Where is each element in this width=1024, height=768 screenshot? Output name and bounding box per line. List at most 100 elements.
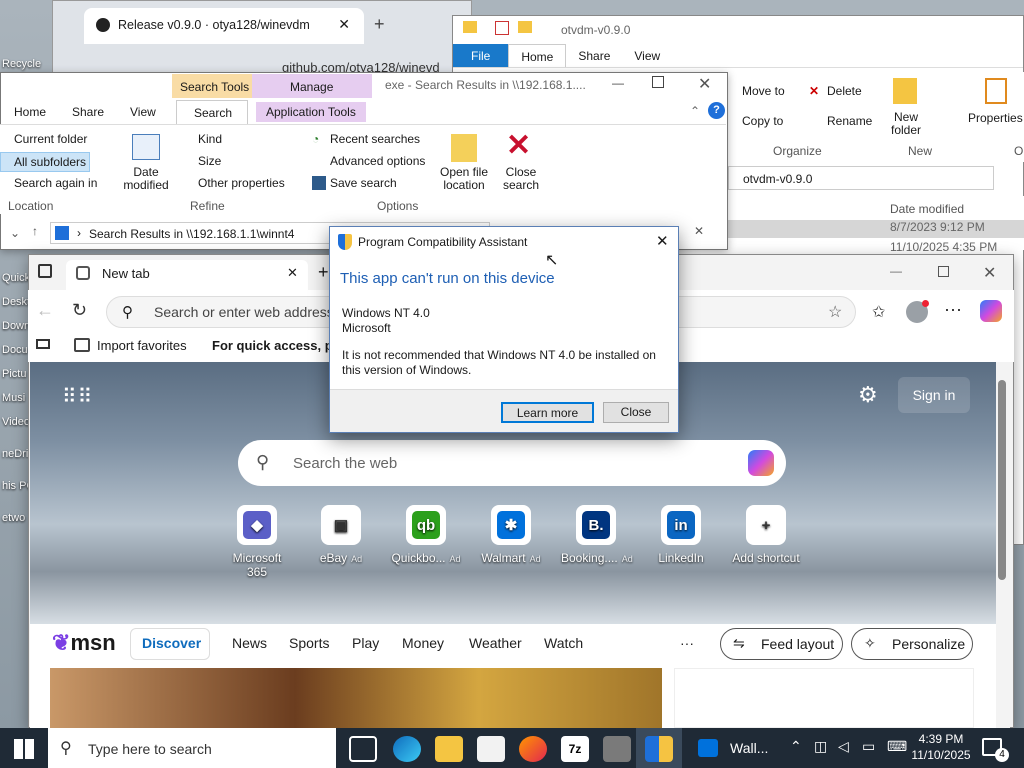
news-card-image[interactable] (50, 668, 662, 728)
clock[interactable]: 4:39 PM 11/10/2025 (910, 731, 972, 763)
tab-home[interactable]: Home (508, 44, 567, 67)
minimize-icon[interactable]: — (612, 76, 624, 90)
tab-share[interactable]: Share (566, 44, 622, 67)
learn-more-button[interactable]: Learn more (501, 402, 594, 423)
nav-videos[interactable]: Video (2, 416, 30, 428)
tab-watch[interactable]: Watch (544, 635, 583, 651)
close-search-button[interactable]: Close search (500, 166, 542, 192)
nav-desktop[interactable]: Deskt (2, 296, 30, 308)
favorites-icon[interactable]: ✩ (872, 302, 885, 322)
tab-news[interactable]: News (232, 635, 267, 651)
nav-documents[interactable]: Docu (2, 344, 28, 356)
shortcut-tile[interactable]: ✱ Walmart Ad (476, 505, 546, 565)
tab-search[interactable]: Search (176, 100, 248, 124)
maximize-icon[interactable] (652, 76, 664, 88)
shortcut-tile[interactable]: in LinkedIn (646, 505, 716, 565)
nav-downloads[interactable]: Down (2, 320, 30, 332)
rename-button[interactable]: Rename (827, 114, 872, 128)
minimize-icon[interactable]: — (890, 264, 902, 278)
collapse-ribbon-icon[interactable]: ⌃ (690, 104, 700, 118)
nav-onedrive[interactable]: neDri (2, 448, 28, 460)
tab-application-tools[interactable]: Application Tools (256, 102, 366, 122)
shortcut-tile[interactable]: qb Quickbo... Ad (391, 505, 461, 565)
nav-network[interactable]: etwo (2, 512, 25, 524)
volume-icon[interactable]: ◁ (838, 738, 849, 755)
taskbar-search-box[interactable]: ⚲ Type here to search (48, 728, 336, 768)
help-icon[interactable]: ? (708, 102, 725, 119)
favorite-star-icon[interactable]: ☆ (828, 302, 842, 322)
copy-to-button[interactable]: Copy to (742, 114, 783, 128)
tab-view[interactable]: View (120, 102, 166, 122)
github-tab[interactable]: Release v0.9.0 · otya128/winevdm ✕ (84, 8, 364, 44)
desktop-icon-recycle[interactable]: Recycle (2, 58, 41, 70)
clear-search-icon[interactable]: ✕ (694, 224, 704, 238)
tab-view[interactable]: View (622, 44, 672, 67)
back-arrow-icon[interactable]: ⌄ (10, 226, 20, 240)
back-icon[interactable]: ← (36, 300, 54, 321)
delete-button[interactable]: Delete (827, 84, 862, 98)
column-date-modified[interactable]: Date modified (890, 202, 964, 216)
tab-home[interactable]: Home (4, 102, 56, 122)
task-view-icon[interactable] (349, 736, 377, 762)
keyboard-icon[interactable]: ⌨ (887, 738, 907, 755)
open-file-location-button[interactable]: Open file location (436, 166, 492, 192)
properties-button[interactable]: Properties (968, 111, 1023, 125)
start-button[interactable] (14, 739, 34, 759)
shortcut-tile[interactable]: B. Booking.... Ad (561, 505, 633, 565)
shortcut-tile[interactable]: ▣ eBay Ad (306, 505, 376, 565)
recent-searches-button[interactable]: Recent searches (330, 132, 420, 146)
tab-money[interactable]: Money (402, 635, 444, 651)
more-icon[interactable]: ··· (944, 299, 962, 320)
feed-layout-button[interactable]: ⇋ Feed layout (720, 628, 843, 660)
close-button[interactable]: Close (603, 402, 669, 423)
new-tab-icon[interactable]: + (318, 262, 329, 283)
more-nav-icon[interactable]: ··· (680, 635, 694, 651)
move-to-button[interactable]: Move to (742, 84, 785, 98)
maximize-icon[interactable] (938, 266, 949, 277)
tab-weather[interactable]: Weather (469, 635, 522, 651)
news-card-side[interactable] (674, 668, 974, 728)
file-explorer-taskbar-icon[interactable] (435, 736, 463, 762)
properties-icon[interactable] (495, 21, 509, 35)
up-arrow-icon[interactable]: ↑ (32, 224, 38, 238)
copilot-search-icon[interactable] (748, 450, 774, 476)
firefox-taskbar-icon[interactable] (519, 736, 547, 762)
copilot-icon[interactable] (980, 300, 1002, 322)
new-tab-icon[interactable]: + (374, 14, 385, 35)
advanced-options-button[interactable]: Advanced options (330, 154, 425, 168)
display-icon[interactable]: ▭ (862, 738, 875, 755)
import-favorites-link[interactable]: Import favorites (97, 338, 187, 353)
chevron-up-icon[interactable]: ⌃ (790, 738, 802, 755)
other-properties-button[interactable]: Other properties (198, 176, 285, 190)
close-icon[interactable]: ✕ (287, 265, 298, 281)
explorer-back-address[interactable]: otvdm-v0.9.0 (728, 166, 994, 190)
save-search-button[interactable]: Save search (330, 176, 397, 190)
nav-music[interactable]: Musi (2, 392, 25, 404)
network-icon[interactable]: ◫ (814, 738, 827, 755)
refresh-icon[interactable]: ↻ (72, 300, 87, 321)
walmart-taskbar-button[interactable]: Wall... (686, 728, 782, 768)
close-icon[interactable]: ✕ (698, 74, 711, 94)
shortcut-tile[interactable]: + Add shortcut (731, 505, 801, 565)
sign-in-button[interactable]: Sign in (898, 377, 970, 413)
close-icon[interactable]: ✕ (338, 16, 350, 33)
tab-sports[interactable]: Sports (289, 635, 329, 651)
tab-actions-icon[interactable] (38, 264, 52, 278)
edge-taskbar-icon[interactable] (393, 736, 421, 762)
settings-gear-icon[interactable]: ⚙ (858, 382, 878, 408)
close-icon[interactable]: ✕ (983, 263, 996, 283)
scrollbar-thumb[interactable] (998, 380, 1006, 580)
tab-file[interactable]: File (453, 44, 509, 67)
kind-button[interactable]: Kind (198, 132, 222, 146)
msn-logo[interactable]: ❦msn (52, 630, 116, 656)
nav-pictures[interactable]: Pictu (2, 368, 26, 380)
personalize-button[interactable]: ✧ Personalize (851, 628, 973, 660)
tab-play[interactable]: Play (352, 635, 379, 651)
apps-grid-icon[interactable]: ⠿⠿ (62, 384, 93, 409)
gear-app-taskbar-icon[interactable] (603, 736, 631, 762)
date-modified-button[interactable]: Date modified (118, 166, 174, 192)
close-icon[interactable]: ✕ (656, 232, 669, 250)
size-button[interactable]: Size (198, 154, 221, 168)
search-again-button[interactable]: Search again in (14, 176, 97, 190)
store-taskbar-icon[interactable] (477, 736, 505, 762)
